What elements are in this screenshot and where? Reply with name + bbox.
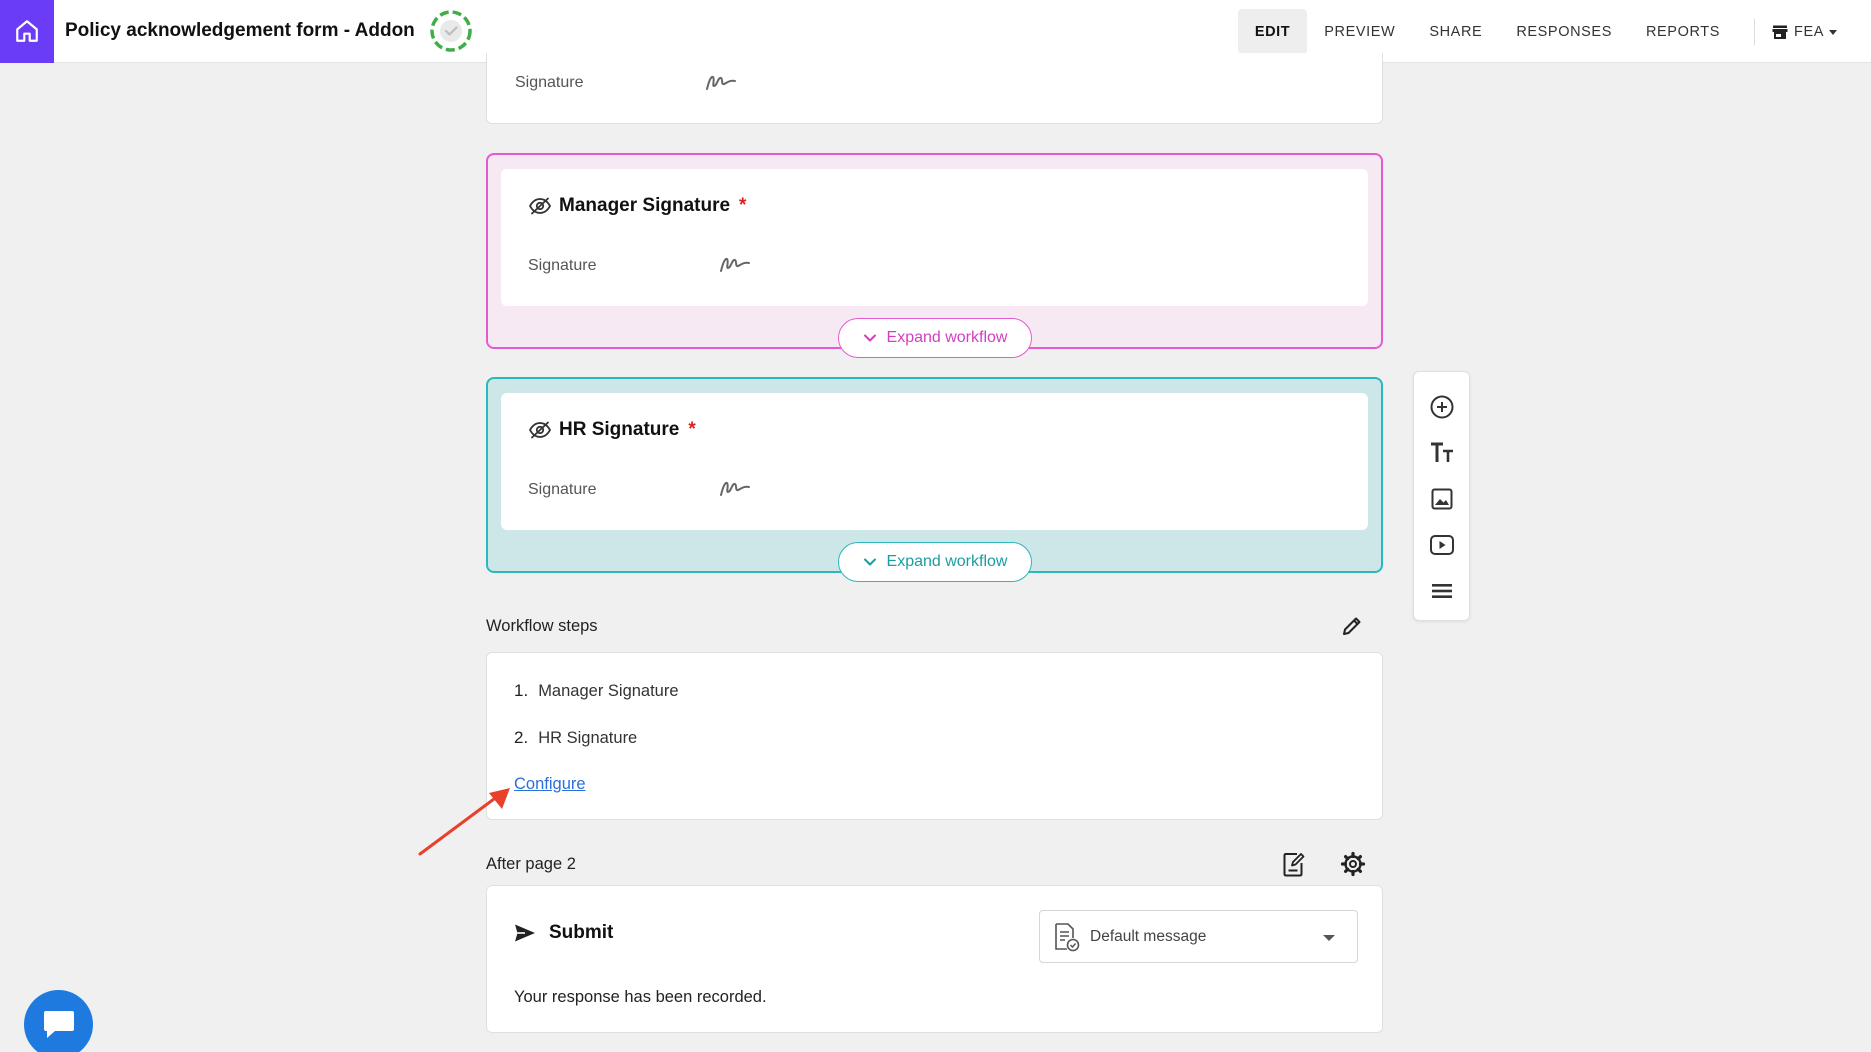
step-name: HR Signature (538, 729, 638, 747)
edit-workflow-button[interactable] (1336, 610, 1368, 642)
tab-edit[interactable]: EDIT (1237, 9, 1308, 54)
note-edit-icon (1283, 853, 1305, 877)
eye-off-icon (528, 197, 552, 215)
tab-responses[interactable]: RESPONSES (1499, 9, 1629, 54)
add-section-button[interactable] (1427, 576, 1457, 606)
message-select[interactable]: Default message (1039, 910, 1358, 963)
home-icon (16, 20, 38, 42)
chevron-down-icon (1829, 30, 1837, 35)
submit-label: Submit (549, 922, 614, 943)
configure-link[interactable]: Configure (514, 775, 586, 794)
workspace-name: FEA (1794, 23, 1824, 40)
manager-signature-card[interactable]: Manager Signature * Signature (501, 169, 1368, 306)
hr-signature-card[interactable]: HR Signature * Signature (501, 393, 1368, 530)
eye-off-icon (528, 421, 552, 439)
previous-question-card: Signature (486, 53, 1383, 124)
expand-workflow-button[interactable]: Expand workflow (838, 542, 1032, 582)
signature-label: Signature (528, 257, 597, 274)
signature-scribble-icon[interactable] (705, 71, 737, 93)
document-check-icon (1055, 922, 1080, 951)
manager-signature-title: Manager Signature (559, 195, 731, 216)
expand-workflow-label: Expand workflow (886, 553, 1008, 570)
signature-label: Signature (515, 74, 584, 91)
add-video-button[interactable] (1427, 530, 1457, 560)
tab-preview[interactable]: PREVIEW (1307, 9, 1412, 54)
chat-button[interactable] (24, 990, 93, 1052)
home-button[interactable] (0, 0, 54, 63)
chevron-down-icon (1323, 935, 1335, 941)
workflow-step: 1. Manager Signature (514, 681, 679, 701)
hr-signature-title: HR Signature (559, 419, 680, 440)
store-icon (1772, 25, 1788, 39)
divider-icon (1432, 584, 1452, 598)
step-number: 1. (514, 681, 529, 700)
page-logic-button[interactable] (1278, 848, 1310, 880)
workflow-step: 2. HR Signature (514, 728, 637, 748)
required-mark: * (688, 419, 696, 440)
required-mark: * (739, 195, 747, 216)
workspace-switcher[interactable]: FEA (1772, 24, 1871, 40)
signature-label: Signature (528, 481, 597, 498)
form-title: Policy acknowledgement form - Addon (65, 20, 415, 41)
annotation-arrow (418, 788, 510, 856)
signature-scribble-icon[interactable] (719, 477, 751, 499)
signature-scribble-icon[interactable] (719, 253, 751, 275)
question-title: HR Signature * (528, 419, 696, 441)
tab-share[interactable]: SHARE (1412, 9, 1499, 54)
question-toolbox (1413, 371, 1470, 621)
send-icon (515, 924, 535, 942)
chevron-down-icon (863, 558, 876, 566)
tab-reports[interactable]: REPORTS (1629, 9, 1737, 54)
submit-heading: Submit (514, 922, 613, 944)
add-title-button[interactable] (1427, 438, 1457, 468)
step-number: 2. (514, 728, 529, 747)
nav-divider (1754, 18, 1755, 45)
add-image-button[interactable] (1427, 484, 1457, 514)
page-settings-button[interactable] (1337, 848, 1369, 880)
expand-workflow-button[interactable]: Expand workflow (838, 318, 1032, 358)
text-size-icon (1431, 442, 1453, 462)
step-name: Manager Signature (538, 682, 679, 700)
gear-icon (1340, 851, 1366, 877)
message-select-value: Default message (1090, 927, 1207, 945)
chevron-down-icon (863, 334, 876, 342)
chat-bubble-icon (43, 1010, 74, 1038)
video-icon (1430, 535, 1454, 555)
pencil-icon (1343, 617, 1361, 635)
add-circle-icon (1430, 395, 1454, 419)
response-message: Your response has been recorded. (514, 988, 767, 1006)
expand-workflow-label: Expand workflow (886, 329, 1008, 346)
add-question-button[interactable] (1427, 392, 1457, 422)
image-icon (1431, 488, 1453, 510)
status-ring-icon (430, 10, 472, 52)
after-page-label: After page 2 (486, 855, 576, 873)
question-title: Manager Signature * (528, 195, 746, 217)
workflow-steps-card: 1. Manager Signature 2. HR Signature Con… (486, 652, 1383, 820)
workflow-steps-label: Workflow steps (486, 617, 598, 635)
